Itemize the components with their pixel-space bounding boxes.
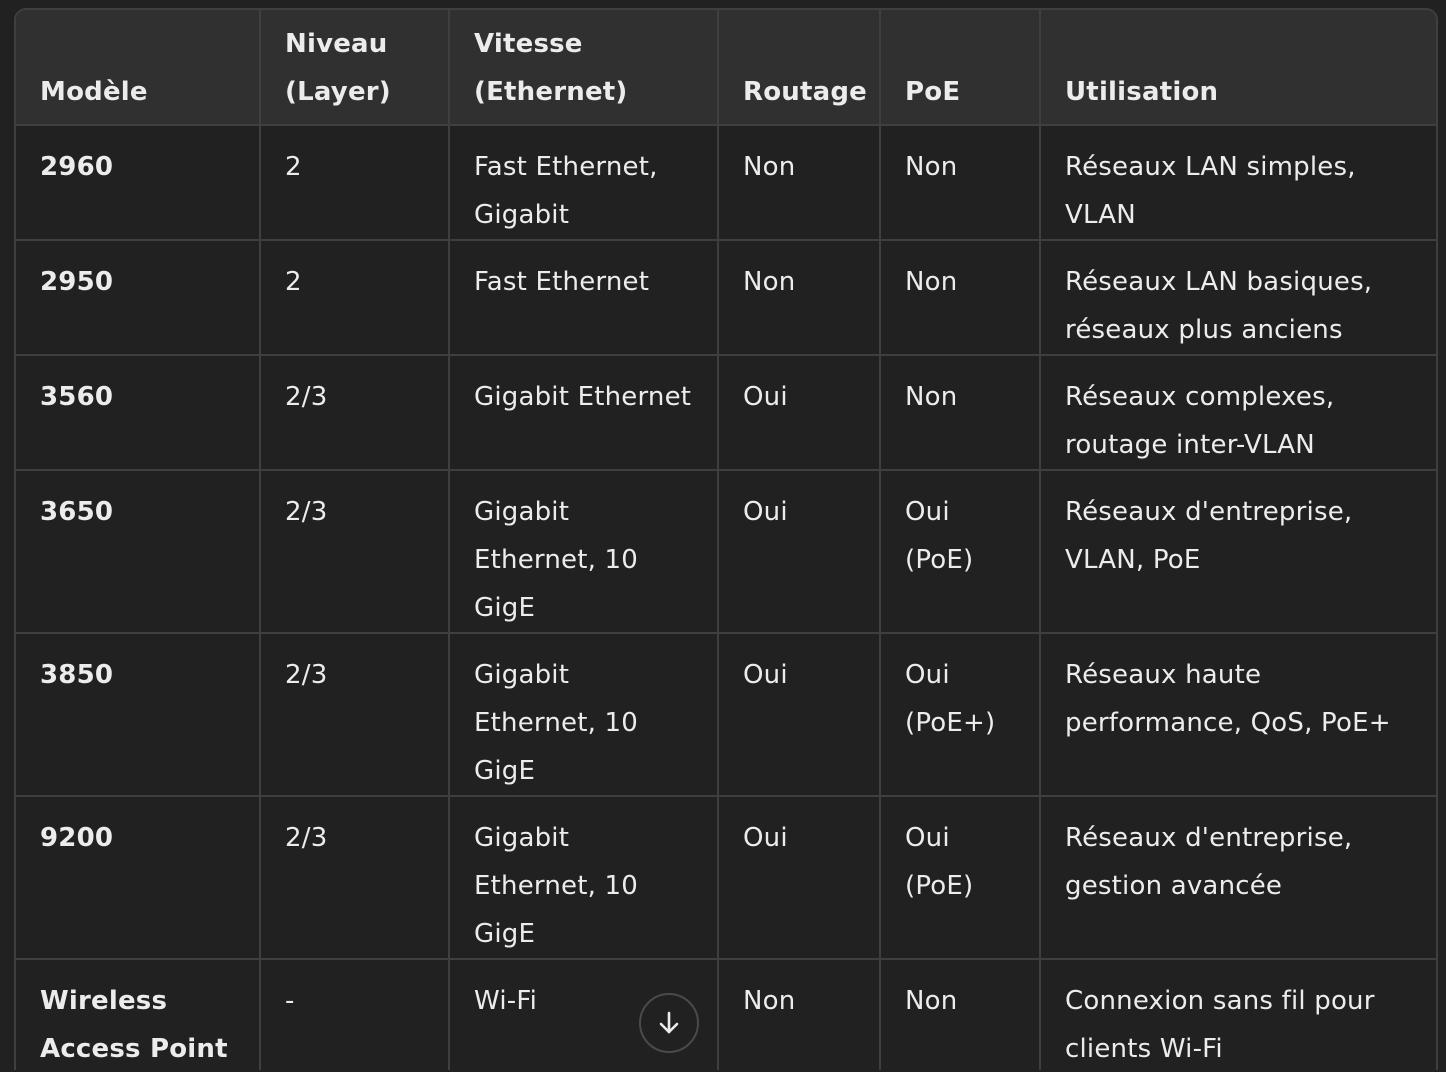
- cell-poe: Non: [880, 959, 1041, 1070]
- cell-utilisation: Réseaux d'entreprise, gestion avancée: [1040, 796, 1436, 960]
- cell-niveau: 2: [260, 240, 450, 356]
- table-row: 3650 2/3 Gigabit Ethernet, 10 GigE Oui O…: [16, 470, 1436, 634]
- cell-niveau: 2: [260, 125, 450, 241]
- cell-routage: Oui: [718, 796, 881, 960]
- table-row: Wireless Access Point - Wi-Fi Non Non Co…: [16, 959, 1436, 1070]
- header-modele: Modèle: [16, 10, 261, 126]
- cell-utilisation: Réseaux d'entreprise, VLAN, PoE: [1040, 470, 1436, 634]
- header-poe: PoE: [880, 10, 1041, 126]
- cell-poe: Oui (PoE): [880, 796, 1041, 960]
- cell-routage: Non: [718, 959, 881, 1070]
- cell-vitesse: Gigabit Ethernet: [449, 355, 719, 471]
- cell-poe: Oui (PoE): [880, 470, 1041, 634]
- cell-modele: 9200: [16, 796, 261, 960]
- cell-vitesse: Gigabit Ethernet, 10 GigE: [449, 470, 719, 634]
- cell-poe: Non: [880, 240, 1041, 356]
- cell-niveau: 2/3: [260, 633, 450, 797]
- cell-poe: Non: [880, 355, 1041, 471]
- cell-vitesse: Fast Ethernet: [449, 240, 719, 356]
- table-row: 3850 2/3 Gigabit Ethernet, 10 GigE Oui O…: [16, 633, 1436, 797]
- table-row: 2960 2 Fast Ethernet, Gigabit Non Non Ré…: [16, 125, 1436, 241]
- table-row: 9200 2/3 Gigabit Ethernet, 10 GigE Oui O…: [16, 796, 1436, 960]
- cell-routage: Oui: [718, 633, 881, 797]
- header-routage: Routage: [718, 10, 881, 126]
- table-header-row: Modèle Niveau (Layer) Vitesse (Ethernet)…: [16, 10, 1436, 126]
- cell-modele: 2950: [16, 240, 261, 356]
- cell-niveau: 2/3: [260, 470, 450, 634]
- cell-utilisation: Réseaux LAN basiques, réseaux plus ancie…: [1040, 240, 1436, 356]
- comparison-table-container: Modèle Niveau (Layer) Vitesse (Ethernet)…: [14, 8, 1438, 1070]
- cell-modele: 2960: [16, 125, 261, 241]
- header-niveau: Niveau (Layer): [260, 10, 450, 126]
- cell-routage: Non: [718, 125, 881, 241]
- cell-vitesse: Fast Ethernet, Gigabit: [449, 125, 719, 241]
- header-vitesse: Vitesse (Ethernet): [449, 10, 719, 126]
- cell-routage: Oui: [718, 355, 881, 471]
- cell-utilisation: Réseaux LAN simples, VLAN: [1040, 125, 1436, 241]
- cell-niveau: 2/3: [260, 796, 450, 960]
- cell-niveau: -: [260, 959, 450, 1070]
- cell-poe: Non: [880, 125, 1041, 241]
- cell-vitesse: Gigabit Ethernet, 10 GigE: [449, 633, 719, 797]
- cell-utilisation: Réseaux haute performance, QoS, PoE+: [1040, 633, 1436, 797]
- scroll-to-bottom-button[interactable]: [639, 993, 699, 1053]
- cell-routage: Oui: [718, 470, 881, 634]
- cell-vitesse: Gigabit Ethernet, 10 GigE: [449, 796, 719, 960]
- cell-poe: Oui (PoE+): [880, 633, 1041, 797]
- cell-niveau: 2/3: [260, 355, 450, 471]
- header-utilisation: Utilisation: [1040, 10, 1436, 126]
- cell-modele: 3850: [16, 633, 261, 797]
- switch-comparison-table: Modèle Niveau (Layer) Vitesse (Ethernet)…: [16, 10, 1436, 1070]
- cell-routage: Non: [718, 240, 881, 356]
- table-row: 2950 2 Fast Ethernet Non Non Réseaux LAN…: [16, 240, 1436, 356]
- cell-utilisation: Réseaux complexes, routage inter-VLAN: [1040, 355, 1436, 471]
- cell-modele: 3650: [16, 470, 261, 634]
- arrow-down-icon: [655, 1009, 683, 1037]
- table-row: 3560 2/3 Gigabit Ethernet Oui Non Réseau…: [16, 355, 1436, 471]
- cell-modele: Wireless Access Point: [16, 959, 261, 1070]
- cell-modele: 3560: [16, 355, 261, 471]
- cell-utilisation: Connexion sans fil pour clients Wi-Fi: [1065, 986, 1375, 1064]
